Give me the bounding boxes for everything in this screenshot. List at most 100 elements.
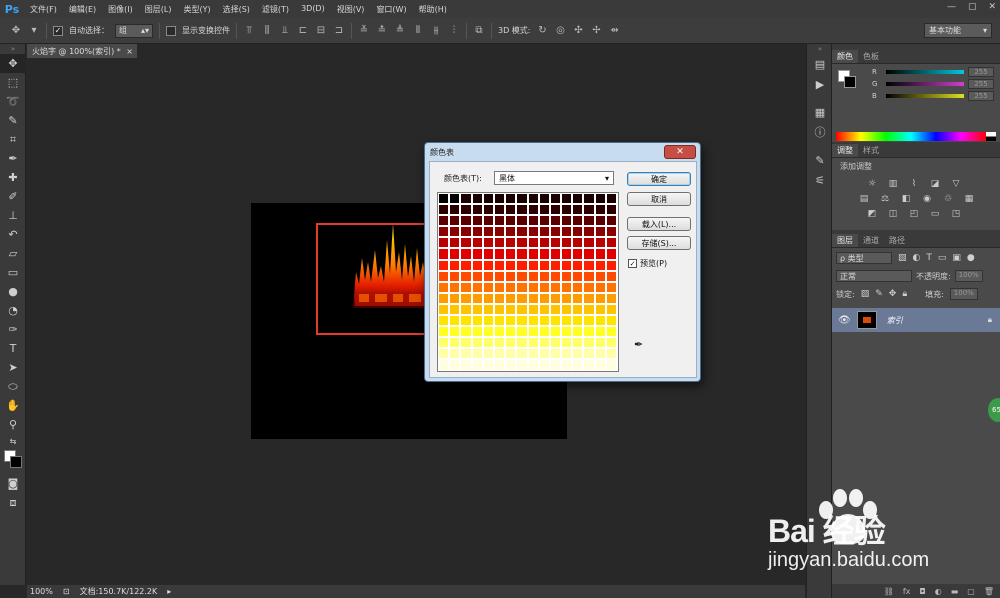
- type-tool-icon[interactable]: T: [0, 339, 26, 358]
- color-swatch[interactable]: [471, 226, 483, 238]
- blend-mode-dropdown[interactable]: 正常: [836, 270, 912, 282]
- color-lookup-icon[interactable]: ▦: [963, 193, 975, 205]
- color-swatch[interactable]: [605, 292, 617, 304]
- color-spectrum[interactable]: [836, 132, 986, 141]
- menu-item[interactable]: 类型(Y): [177, 4, 216, 15]
- color-swatch[interactable]: [594, 259, 606, 271]
- color-swatch[interactable]: [583, 215, 595, 227]
- color-swatch[interactable]: [561, 270, 573, 282]
- auto-select-checkbox[interactable]: ✓: [53, 25, 63, 36]
- move-tool-icon[interactable]: ✥: [10, 25, 22, 37]
- hand-tool-icon[interactable]: ✋: [0, 396, 26, 415]
- color-swatch[interactable]: [549, 337, 562, 349]
- channel-slider[interactable]: [886, 82, 964, 86]
- lasso-tool-icon[interactable]: ➰: [0, 92, 26, 111]
- color-swatch[interactable]: [460, 315, 472, 327]
- color-swatch[interactable]: [516, 337, 528, 349]
- color-swatch[interactable]: [516, 259, 528, 271]
- color-swatch[interactable]: [583, 237, 595, 249]
- color-swatch[interactable]: [493, 248, 506, 260]
- color-swatch[interactable]: [538, 281, 550, 293]
- color-swatch[interactable]: [549, 315, 562, 327]
- swap-colors-icon[interactable]: ⇆: [0, 434, 26, 448]
- color-swatch[interactable]: [583, 193, 595, 205]
- selective-color-icon[interactable]: ◳: [950, 208, 962, 220]
- brush-tool-icon[interactable]: ✐: [0, 187, 26, 206]
- distribute-bottom-icon[interactable]: ≜: [394, 25, 406, 37]
- color-swatch[interactable]: [460, 359, 472, 371]
- align-left-icon[interactable]: ⊏: [297, 25, 309, 37]
- color-swatch[interactable]: [438, 359, 450, 371]
- color-swatch[interactable]: [583, 259, 595, 271]
- color-swatch[interactable]: [505, 337, 517, 349]
- healing-brush-tool-icon[interactable]: ✚: [0, 168, 26, 187]
- filter-smart-icon[interactable]: ▣: [952, 253, 961, 263]
- layer-row[interactable]: 👁︎ 索引 🔒︎: [832, 308, 1000, 332]
- color-swatch[interactable]: [438, 326, 450, 338]
- color-swatch[interactable]: [583, 326, 595, 338]
- color-swatch[interactable]: [572, 204, 584, 216]
- color-swatch[interactable]: [449, 359, 461, 371]
- color-swatch[interactable]: [527, 315, 539, 327]
- color-swatch[interactable]: [449, 326, 461, 338]
- color-swatch[interactable]: [516, 303, 528, 316]
- background-color[interactable]: [844, 76, 856, 88]
- color-swatch[interactable]: [505, 226, 517, 238]
- color-swatch[interactable]: [527, 248, 539, 260]
- distribute-hcenter-icon[interactable]: ⫵: [430, 25, 442, 37]
- color-swatch[interactable]: [561, 348, 573, 360]
- color-swatch[interactable]: [438, 303, 450, 316]
- color-swatch[interactable]: [516, 248, 528, 260]
- color-swatch[interactable]: [493, 359, 506, 371]
- color-swatches[interactable]: [0, 448, 26, 474]
- maximize-icon[interactable]: ▢: [968, 2, 977, 12]
- color-swatch[interactable]: [527, 193, 539, 205]
- color-swatch[interactable]: [605, 226, 617, 238]
- gradient-tool-icon[interactable]: ▭: [0, 263, 26, 282]
- color-swatch[interactable]: [482, 215, 494, 227]
- color-swatch[interactable]: [438, 348, 450, 360]
- color-swatch[interactable]: [516, 270, 528, 282]
- lock-all-icon[interactable]: 🔒︎: [902, 289, 907, 299]
- color-swatch[interactable]: [516, 348, 528, 360]
- mask-icon[interactable]: ◘: [919, 587, 925, 596]
- color-swatch[interactable]: [605, 237, 617, 249]
- color-swatch[interactable]: [549, 303, 562, 316]
- drag-3d-icon[interactable]: ✣: [573, 25, 585, 37]
- threshold-icon[interactable]: ◰: [908, 208, 920, 220]
- black-white-icon[interactable]: ◧: [900, 193, 912, 205]
- save-button[interactable]: 存储(S)...: [627, 236, 691, 250]
- color-swatch[interactable]: [505, 270, 517, 282]
- color-swatch[interactable]: [505, 359, 517, 371]
- photo-filter-icon[interactable]: ◉: [921, 193, 933, 205]
- brush-presets-icon[interactable]: ✎: [807, 150, 833, 170]
- color-swatch[interactable]: [594, 348, 606, 360]
- color-swatch[interactable]: [449, 348, 461, 360]
- gradient-map-icon[interactable]: ▭: [929, 208, 941, 220]
- new-layer-icon[interactable]: ▢: [967, 587, 975, 596]
- tab-color[interactable]: 颜色: [832, 50, 858, 63]
- menu-item[interactable]: 文件(F): [24, 4, 63, 15]
- link-icon[interactable]: ⛓︎: [884, 587, 894, 596]
- color-swatch[interactable]: [605, 303, 617, 316]
- distribute-left-icon[interactable]: ⫴: [412, 25, 424, 37]
- color-swatch[interactable]: [438, 270, 450, 282]
- color-swatch[interactable]: [538, 204, 550, 216]
- color-swatch[interactable]: [572, 315, 584, 327]
- color-swatch[interactable]: [605, 259, 617, 271]
- color-swatch[interactable]: [583, 303, 595, 316]
- tab-paths[interactable]: 路径: [884, 234, 910, 247]
- color-swatch[interactable]: [549, 270, 562, 282]
- color-swatch[interactable]: [449, 303, 461, 316]
- color-swatch[interactable]: [561, 259, 573, 271]
- history-icon[interactable]: ▤: [807, 54, 833, 74]
- lock-brush-icon[interactable]: ✎: [875, 289, 883, 299]
- color-swatch[interactable]: [471, 281, 483, 293]
- color-swatch[interactable]: [482, 348, 494, 360]
- color-swatch[interactable]: [594, 359, 606, 371]
- auto-align-icon[interactable]: ⧉: [473, 25, 485, 37]
- color-swatch[interactable]: [561, 226, 573, 238]
- eyedropper-tool-icon[interactable]: ✒: [0, 149, 26, 168]
- color-swatch[interactable]: [561, 326, 573, 338]
- marquee-tool-icon[interactable]: ⬚: [0, 73, 26, 92]
